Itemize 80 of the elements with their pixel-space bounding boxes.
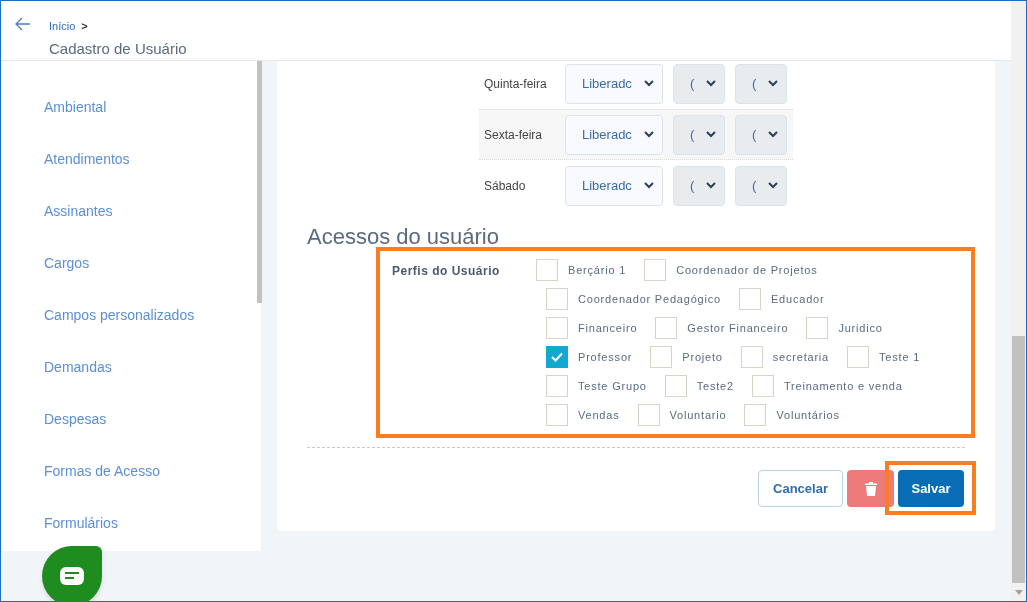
field-label: Perfis do Usuário	[392, 263, 500, 280]
breadcrumb-separator: >	[81, 19, 88, 34]
checkbox-label: Educador	[771, 291, 825, 307]
checkbox[interactable]	[546, 317, 568, 339]
checkbox[interactable]	[806, 317, 829, 339]
checkbox[interactable]	[644, 259, 667, 281]
time-select[interactable]: (	[735, 114, 787, 155]
chevron-down-icon	[706, 80, 716, 87]
page-title: Cadastro de Usuário	[49, 39, 187, 59]
checkbox[interactable]	[847, 346, 870, 368]
sidebar-item[interactable]: Atendimentos	[1, 149, 261, 201]
chat-icon	[60, 567, 84, 585]
checkbox-label: Teste2	[696, 378, 734, 394]
checkbox[interactable]	[664, 375, 687, 397]
delete-button[interactable]	[847, 470, 894, 507]
chevron-down-icon	[644, 182, 654, 189]
checkbox-label: Coordenador Pedagógico	[578, 291, 721, 307]
checkbox-label: Teste 1	[879, 349, 921, 365]
checkbox-label: Coordenador de Projetos	[676, 262, 818, 278]
sidebar-scrollbar-thumb[interactable]	[257, 61, 262, 303]
checkbox[interactable]	[744, 404, 767, 426]
checkbox-label: Vendas	[578, 407, 620, 423]
sidebar-item[interactable]: Campos personalizados	[1, 305, 261, 357]
section-heading: Acessos do usuário	[307, 223, 499, 251]
time-select[interactable]: (	[673, 63, 725, 104]
window-scrollbar-thumb[interactable]	[1012, 336, 1025, 583]
chevron-down-icon	[706, 131, 716, 138]
checkbox[interactable]	[650, 346, 673, 368]
checkbox-label: secretaria	[772, 349, 830, 365]
time-select[interactable]: (	[673, 165, 725, 206]
checkbox-label: Gestor Financeiro	[687, 320, 789, 336]
chevron-down-icon	[768, 182, 778, 189]
checkbox[interactable]	[739, 288, 761, 310]
checkbox-label: Berçário 1	[568, 262, 627, 278]
checkbox[interactable]	[536, 259, 558, 281]
checkbox[interactable]	[751, 375, 774, 397]
checkbox-label: Professor	[578, 349, 633, 365]
checkbox-label: Juridico	[838, 320, 883, 336]
checkbox[interactable]	[637, 404, 660, 426]
sidebar-item[interactable]: Formulários	[1, 513, 261, 565]
checkbox-label: Voluntario	[669, 407, 727, 423]
checkbox-label: Voluntários	[776, 407, 840, 423]
checkbox[interactable]	[740, 346, 763, 368]
sidebar-item[interactable]: Despesas	[1, 409, 261, 461]
status-select[interactable]: Liberadc	[565, 165, 663, 206]
chevron-down-icon	[644, 131, 654, 138]
sidebar-item[interactable]: Ambiental	[1, 97, 261, 149]
checkbox-label: Treinamento e venda	[783, 378, 903, 394]
checkbox[interactable]	[546, 375, 568, 397]
chevron-down-icon	[706, 182, 716, 189]
chevron-down-icon	[768, 131, 778, 138]
day-label: Quinta-feira	[483, 75, 548, 93]
sidebar-item[interactable]: Demandas	[1, 357, 261, 409]
chevron-down-icon	[768, 80, 778, 87]
save-button[interactable]: Salvar	[898, 470, 964, 507]
status-select[interactable]: Liberadc	[565, 63, 663, 104]
checkbox[interactable]	[655, 317, 678, 339]
sidebar-item[interactable]: Cargos	[1, 253, 261, 305]
status-select[interactable]: Liberadc	[565, 114, 663, 155]
check-icon	[551, 352, 563, 362]
back-arrow-icon[interactable]	[15, 17, 31, 31]
time-select[interactable]: (	[735, 165, 787, 206]
checkbox-label: Teste Grupo	[578, 378, 647, 394]
sidebar-item[interactable]: Assinantes	[1, 201, 261, 253]
sidebar-item[interactable]: Formas de Acesso	[1, 461, 261, 513]
chevron-down-icon	[644, 80, 654, 87]
checkbox[interactable]	[546, 404, 568, 426]
checkbox[interactable]	[546, 346, 568, 368]
checkbox-label: Financeiro	[578, 320, 638, 336]
scroll-down-icon[interactable]	[1015, 590, 1023, 595]
trash-icon	[864, 481, 877, 496]
time-select[interactable]: (	[735, 63, 787, 104]
breadcrumb-link[interactable]: Início	[49, 18, 76, 35]
cancel-button[interactable]: Cancelar	[758, 470, 843, 507]
chat-button[interactable]	[42, 546, 102, 601]
day-label: Sexta-feira	[483, 126, 544, 144]
time-select[interactable]: (	[673, 114, 725, 155]
checkbox-label: Projeto	[682, 349, 723, 365]
checkbox[interactable]	[546, 288, 568, 310]
day-label: Sábado	[483, 177, 527, 195]
